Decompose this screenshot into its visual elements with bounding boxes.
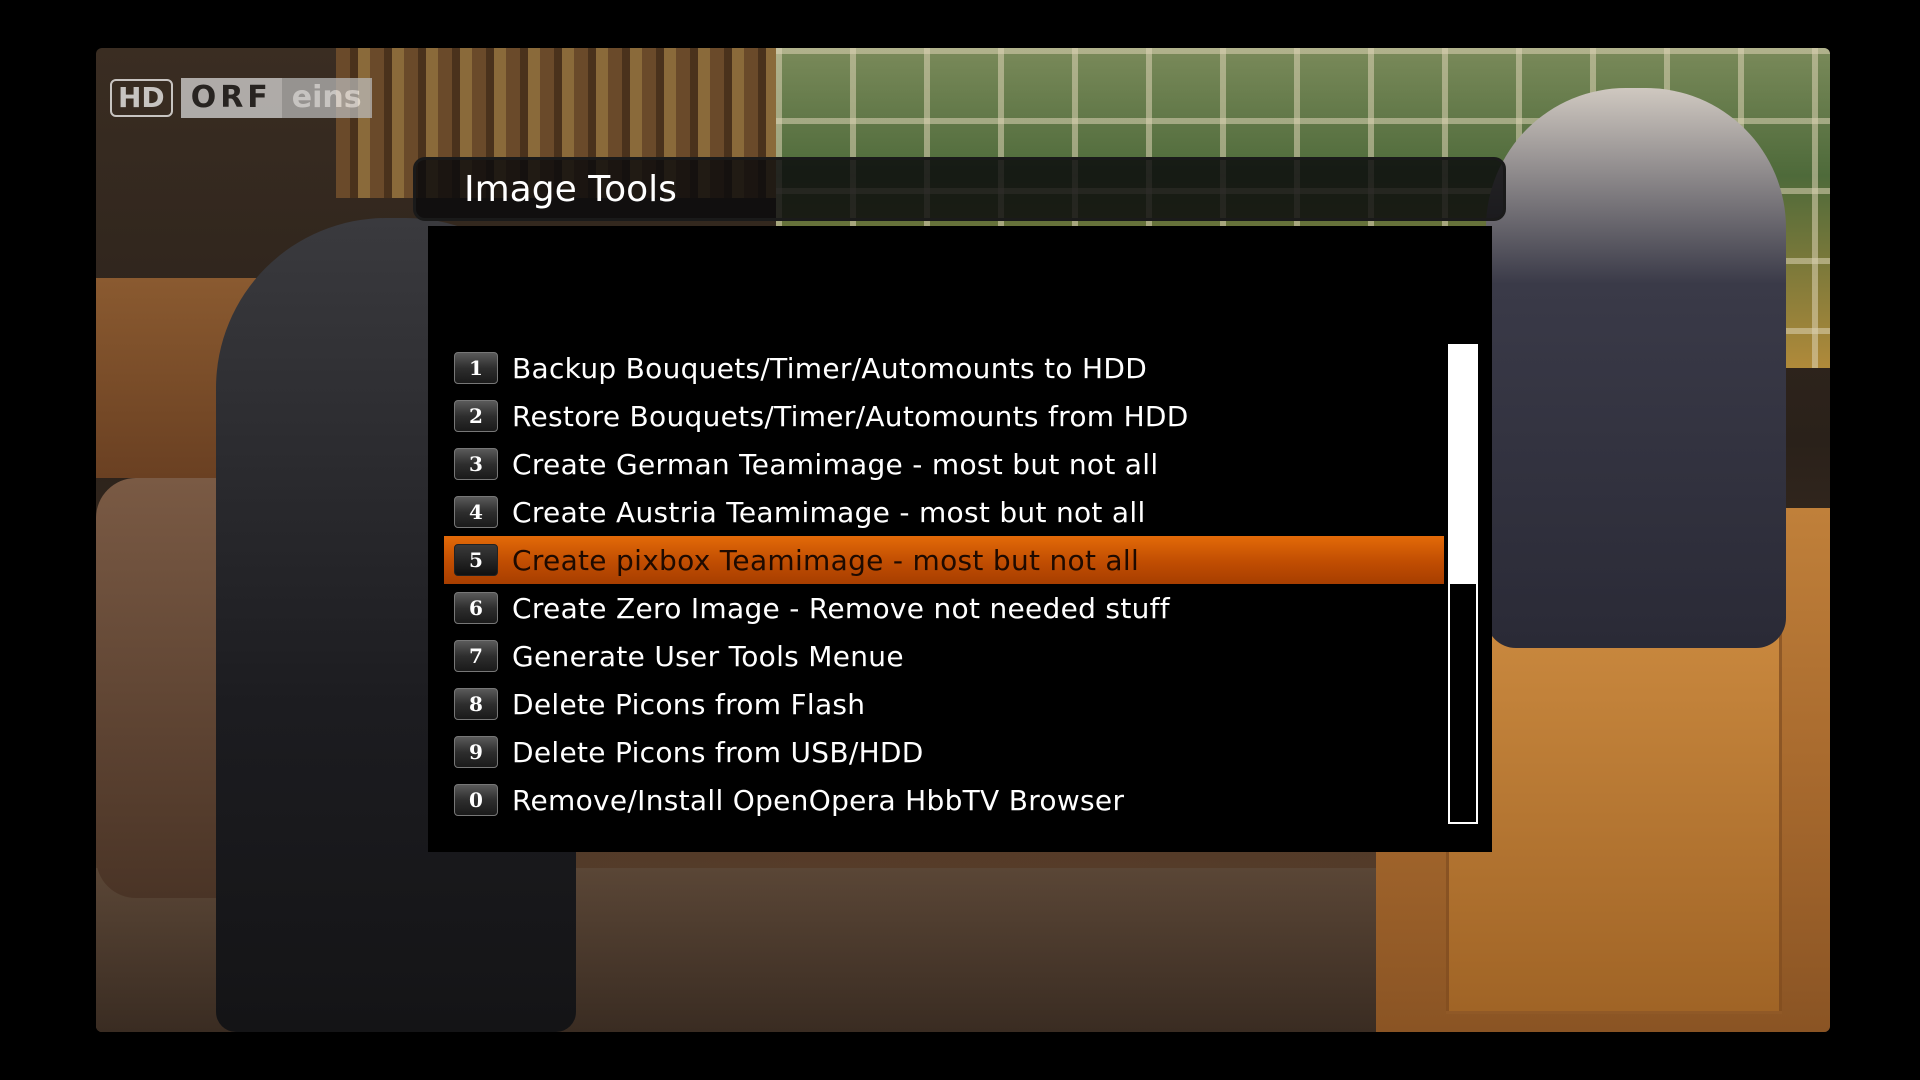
background-desk-panel: [1446, 628, 1782, 1014]
menu-item-label: Delete Picons from Flash: [512, 687, 866, 721]
channel-logo-hd: HD: [110, 79, 173, 117]
menu-item[interactable]: 5 Create pixbox Teamimage - most but not …: [444, 536, 1444, 584]
background-person-right: [1486, 88, 1786, 648]
number-key-badge: 8: [454, 688, 498, 720]
menu-item[interactable]: 8 Delete Picons from Flash: [444, 680, 1444, 728]
menu-item[interactable]: 1 Backup Bouquets/Timer/Automounts to HDD: [444, 344, 1444, 392]
menu-item[interactable]: 4 Create Austria Teamimage - most but not…: [444, 488, 1444, 536]
menu-item-label: Create German Teamimage - most but not a…: [512, 447, 1159, 481]
menu-item-label: Delete Picons from USB/HDD: [512, 735, 924, 769]
number-key-badge: 7: [454, 640, 498, 672]
page-title: Image Tools: [464, 169, 677, 210]
number-key-badge: 9: [454, 736, 498, 768]
scrollbar-thumb[interactable]: [1450, 346, 1476, 584]
menu-item-label: Create Zero Image - Remove not needed st…: [512, 591, 1170, 625]
scrollbar[interactable]: [1448, 344, 1478, 824]
title-bar: Image Tools: [413, 157, 1506, 221]
menu-item[interactable]: 9 Delete Picons from USB/HDD: [444, 728, 1444, 776]
menu-list: 1 Backup Bouquets/Timer/Automounts to HDD…: [444, 344, 1444, 824]
channel-logo-orf: ORF: [180, 78, 282, 118]
menu-item-label: Create pixbox Teamimage - most but not a…: [512, 543, 1140, 577]
channel-logo: HD ORF eins: [110, 78, 372, 118]
menu-item[interactable]: 3 Create German Teamimage - most but not …: [444, 440, 1444, 488]
menu-item-label: Generate User Tools Menue: [512, 639, 904, 673]
number-key-badge: 3: [454, 448, 498, 480]
number-key-badge: 5: [454, 544, 498, 576]
menu-item-label: Restore Bouquets/Timer/Automounts from H…: [512, 399, 1189, 433]
number-key-badge: 0: [454, 784, 498, 816]
menu-item[interactable]: 7 Generate User Tools Menue: [444, 632, 1444, 680]
number-key-badge: 1: [454, 352, 498, 384]
menu-item-label: Create Austria Teamimage - most but not …: [512, 495, 1146, 529]
number-key-badge: 4: [454, 496, 498, 528]
menu-item-label: Backup Bouquets/Timer/Automounts to HDD: [512, 351, 1148, 385]
menu-item[interactable]: 0 Remove/Install OpenOpera HbbTV Browser: [444, 776, 1444, 824]
channel-logo-eins: eins: [281, 78, 372, 118]
number-key-badge: 2: [454, 400, 498, 432]
number-key-badge: 6: [454, 592, 498, 624]
menu-item[interactable]: 6 Create Zero Image - Remove not needed s…: [444, 584, 1444, 632]
menu-item[interactable]: 2 Restore Bouquets/Timer/Automounts from …: [444, 392, 1444, 440]
menu-item-label: Remove/Install OpenOpera HbbTV Browser: [512, 783, 1125, 817]
menu-panel: 1 Backup Bouquets/Timer/Automounts to HDD…: [428, 226, 1492, 852]
